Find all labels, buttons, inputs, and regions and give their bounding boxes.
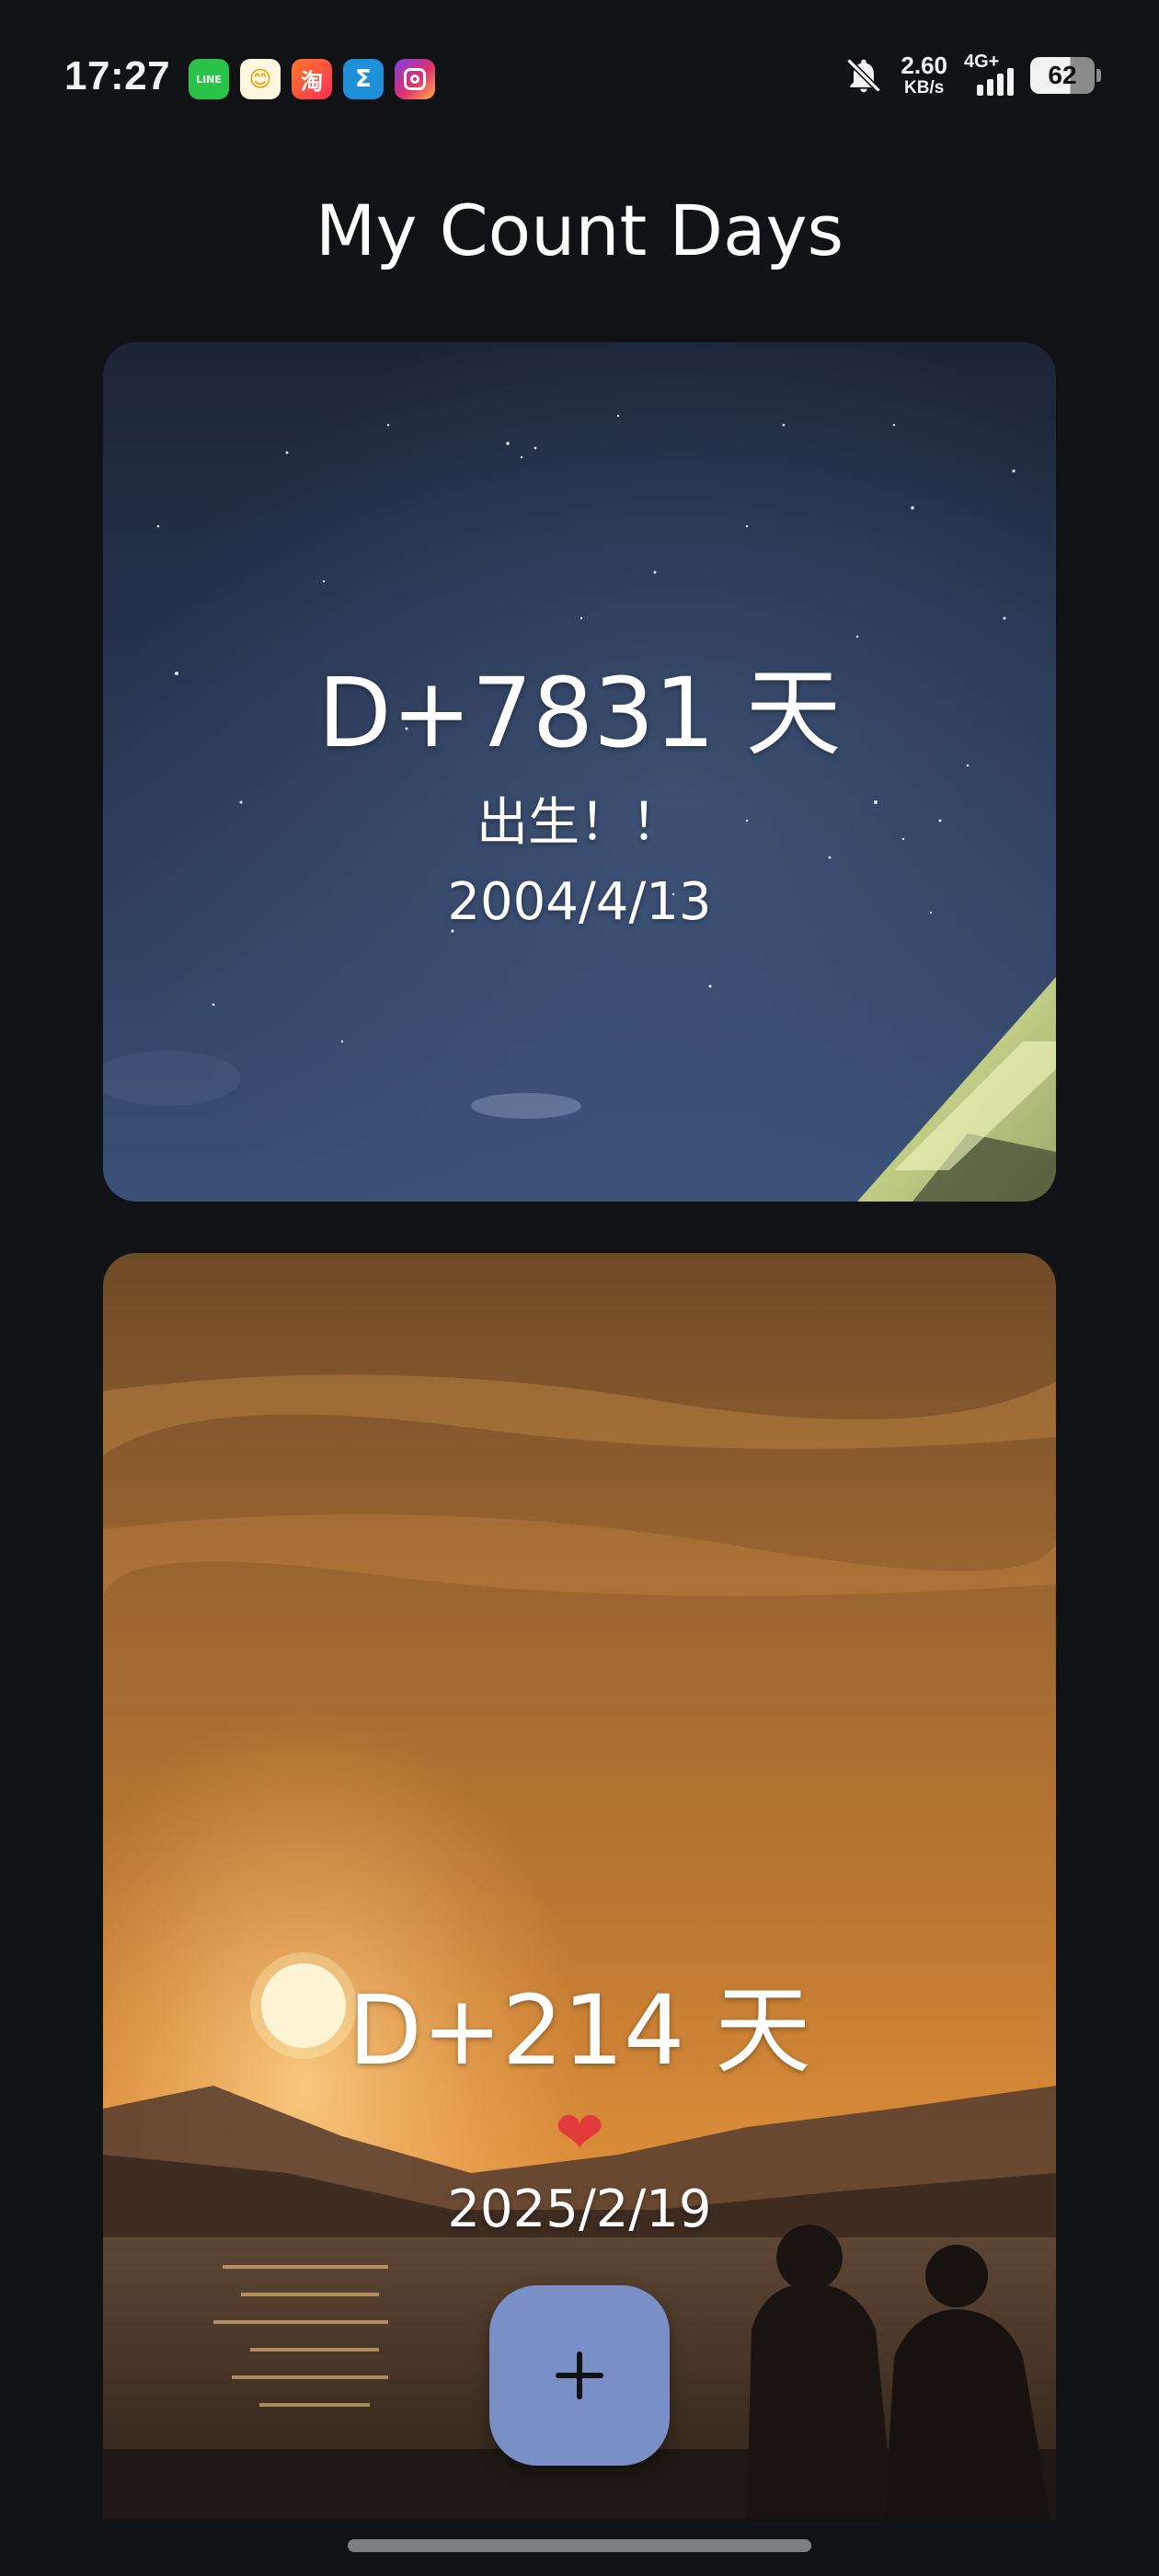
notification-icons: LINE 😊 淘 Σ [189,59,435,99]
event-date: 2004/4/13 [447,872,712,932]
card-content: D+214 天 ❤ 2025/2/19 [103,1952,1056,2239]
days-count: D+7831 天 [317,657,842,769]
home-gesture-bar[interactable] [348,2539,811,2552]
network-speed: 2.60 KB/s [901,52,947,98]
status-time: 17:27 [64,53,171,98]
add-count-day-button[interactable] [489,2285,670,2466]
page-title: My Count Days [315,190,844,271]
status-bar: 17:27 LINE 😊 淘 Σ 2.60 KB/s 4G+ 62 [0,0,1159,156]
heart-icon: ❤ [555,2099,604,2168]
baby-face-app-icon: 😊 [240,59,281,99]
taobao-icon: 淘 [292,59,332,99]
days-count: D+214 天 [348,1974,811,2087]
plus-icon [556,2352,603,2399]
event-title: 出生！！ [476,793,683,853]
system-icons: 2.60 KB/s 4G+ 62 [843,52,1101,98]
event-date: 2025/2/19 [447,2179,712,2239]
cellular-signal-icon: 4G+ [964,52,1014,96]
bell-off-icon [846,57,882,93]
line-icon: LINE [189,59,229,99]
sigma-app-icon: Σ [343,59,384,99]
count-day-card-birth[interactable]: D+7831 天 出生！！ 2004/4/13 [103,342,1056,1202]
card-content: D+7831 天 出生！！ 2004/4/13 [103,635,1056,932]
instagram-icon [395,59,435,99]
battery-icon: 62 [1030,56,1101,94]
